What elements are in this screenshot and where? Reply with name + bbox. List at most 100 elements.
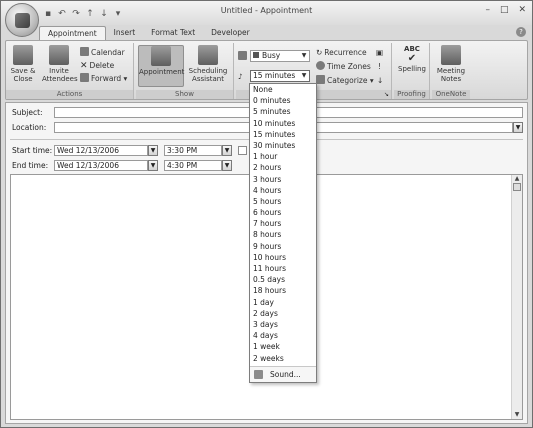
reminder-option[interactable]: 2 days [250, 308, 316, 319]
low-importance-icon[interactable]: ↓ [377, 75, 383, 86]
office-button[interactable] [5, 3, 39, 37]
scroll-up-icon[interactable]: ▲ [513, 175, 521, 183]
private-lock-icon[interactable]: ▣ [376, 47, 383, 58]
actions-group: Save & Close Invite Attendees Calendar ✕… [6, 43, 134, 99]
start-time-label: Start time: [12, 146, 53, 155]
sound-button[interactable]: Sound... [250, 366, 316, 382]
scheduling-assistant-button[interactable]: Scheduling Assistant [186, 45, 230, 83]
invite-attendees-button[interactable]: Invite Attendees [42, 45, 78, 83]
scroll-down-icon[interactable]: ▼ [513, 411, 521, 419]
close-icon[interactable]: ✕ [518, 5, 526, 15]
reminder-option[interactable]: 0 minutes [250, 95, 316, 106]
all-day-checkbox[interactable] [238, 146, 247, 155]
maximize-icon[interactable]: □ [500, 5, 509, 15]
speaker-icon [254, 370, 263, 379]
reminder-option[interactable]: 0.5 days [250, 274, 316, 285]
end-time-label: End time: [12, 161, 49, 170]
window-controls: – □ ✕ [485, 5, 526, 15]
reminder-option[interactable]: 2 weeks [250, 353, 316, 364]
reminder-option[interactable]: 3 days [250, 319, 316, 330]
office-logo-icon [15, 13, 30, 28]
show-as-icon [238, 51, 249, 62]
reminder-option[interactable]: 4 days [250, 330, 316, 341]
reminder-option[interactable]: 5 minutes [250, 106, 316, 117]
window-title: Untitled - Appointment [220, 6, 313, 15]
end-time-input[interactable]: 4:30 PM [164, 160, 222, 171]
reminder-option[interactable]: 8 hours [250, 229, 316, 240]
chevron-down-icon: ▼ [301, 72, 307, 79]
busy-color-icon [253, 52, 259, 58]
subject-label: Subject: [12, 108, 43, 117]
chevron-down-icon: ▼ [301, 52, 307, 59]
actions-group-label: Actions [6, 90, 133, 99]
reminder-option[interactable]: 1 week [250, 341, 316, 352]
recurrence-button[interactable]: ↻ Recurrence [316, 47, 367, 58]
minimize-icon[interactable]: – [485, 5, 490, 15]
calendar-icon [80, 47, 89, 56]
delete-button[interactable]: ✕ Delete [80, 60, 114, 71]
end-date-input[interactable]: Wed 12/13/2006 [54, 160, 148, 171]
end-date-picker-button[interactable]: ▼ [148, 160, 158, 171]
start-time-dropdown-button[interactable]: ▼ [222, 145, 232, 156]
title-bar: ▪ ↶ ↷ ↑ ↓ ▾ Untitled - Appointment – □ ✕ [1, 1, 532, 25]
reminder-combo[interactable]: 15 minutes ▼ [250, 70, 310, 82]
reminder-option[interactable]: None [250, 84, 316, 95]
tab-format-text[interactable]: Format Text [143, 26, 203, 40]
tab-insert[interactable]: Insert [106, 26, 144, 40]
reminder-option[interactable]: 15 minutes [250, 129, 316, 140]
appointment-icon [151, 46, 171, 66]
appointment-view-button[interactable]: Appointment [138, 45, 184, 87]
reminder-option[interactable]: 4 hours [250, 185, 316, 196]
vertical-scrollbar[interactable]: ▲ ▼ [511, 175, 522, 419]
high-importance-icon[interactable]: ! [378, 61, 381, 72]
show-as-combo[interactable]: Busy ▼ [250, 50, 310, 62]
reminder-option[interactable]: 30 minutes [250, 140, 316, 151]
time-zones-button[interactable]: Time Zones [316, 61, 371, 72]
categorize-icon [316, 75, 325, 84]
reminder-dropdown-list[interactable]: None 0 minutes 5 minutes 10 minutes 15 minut… [249, 83, 317, 383]
categorize-button[interactable]: Categorize ▾ [316, 75, 374, 86]
start-date-input[interactable]: Wed 12/13/2006 [54, 145, 148, 156]
start-date-picker-button[interactable]: ▼ [148, 145, 158, 156]
onenote-group: Meeting Notes OneNote [432, 43, 470, 99]
proofing-group-label: Proofing [394, 90, 429, 99]
start-time-input[interactable]: 3:30 PM [164, 145, 222, 156]
reminder-option[interactable]: 10 minutes [250, 118, 316, 129]
reminder-option[interactable]: 2 hours [250, 162, 316, 173]
reminder-option[interactable]: 1 day [250, 297, 316, 308]
scheduling-icon [198, 45, 218, 65]
save-close-icon [13, 45, 33, 65]
spelling-button[interactable]: ABC ✔ Spelling [397, 45, 427, 73]
calendar-button[interactable]: Calendar [80, 47, 125, 58]
reminder-option[interactable]: 7 hours [250, 218, 316, 229]
reminder-bell-icon: ♪ [238, 72, 243, 81]
tab-developer[interactable]: Developer [203, 26, 258, 40]
checkmark-icon: ✔ [407, 53, 417, 64]
reminder-options: None 0 minutes 5 minutes 10 minutes 15 minut… [250, 84, 316, 364]
appointment-window: ▪ ↶ ↷ ↑ ↓ ▾ Untitled - Appointment – □ ✕… [0, 0, 533, 428]
reminder-option[interactable]: 11 hours [250, 263, 316, 274]
save-close-button[interactable]: Save & Close [10, 45, 36, 83]
reminder-option[interactable]: 1 hour [250, 151, 316, 162]
dialog-launcher-icon[interactable]: ↘ [384, 91, 389, 98]
scroll-thumb[interactable] [513, 183, 521, 191]
forward-button[interactable]: Forward ▾ [80, 73, 127, 84]
meeting-notes-button[interactable]: Meeting Notes [435, 45, 467, 83]
reminder-option[interactable]: 9 hours [250, 241, 316, 252]
location-label: Location: [12, 123, 47, 132]
reminder-option[interactable]: 6 hours [250, 207, 316, 218]
help-icon[interactable]: ? [516, 27, 526, 37]
reminder-option[interactable]: 3 hours [250, 174, 316, 185]
reminder-option[interactable]: 18 hours [250, 285, 316, 296]
delete-icon: ✕ [80, 61, 88, 71]
show-group-label: Show [136, 90, 233, 99]
onenote-group-label: OneNote [432, 90, 470, 99]
location-dropdown-button[interactable]: ▼ [513, 122, 523, 133]
tab-appointment[interactable]: Appointment [39, 26, 106, 40]
end-time-dropdown-button[interactable]: ▼ [222, 160, 232, 171]
reminder-option[interactable]: 5 hours [250, 196, 316, 207]
forward-icon [80, 73, 89, 82]
globe-icon [316, 61, 325, 70]
invite-attendees-icon [49, 45, 69, 65]
reminder-option[interactable]: 10 hours [250, 252, 316, 263]
